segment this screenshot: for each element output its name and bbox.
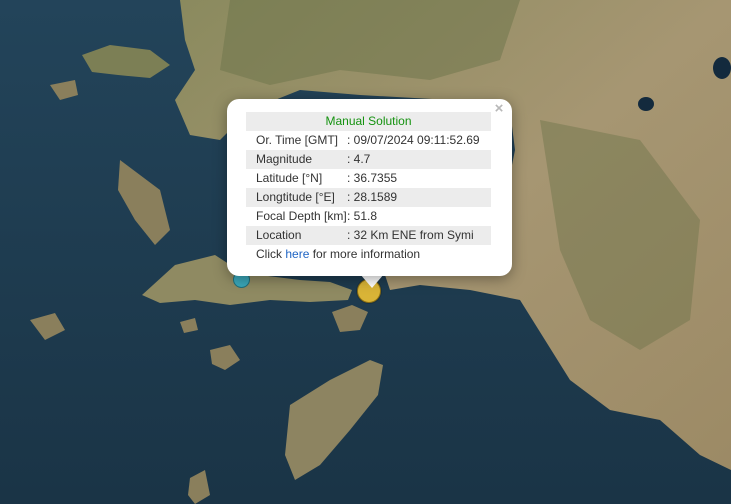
info-value: : 09/07/2024 09:11:52.69 <box>347 133 480 147</box>
lake <box>638 97 654 111</box>
close-icon[interactable]: × <box>492 101 506 117</box>
lake <box>713 57 731 79</box>
info-value: : 32 Km ENE from Symi <box>347 228 474 242</box>
info-row-magnitude: Magnitude : 4.7 <box>246 150 491 169</box>
earthquake-info-popup: × Manual Solution Or. Time [GMT] : 09/07… <box>227 99 512 276</box>
info-label: Magnitude <box>256 152 313 166</box>
info-label: Longtitude [°E] <box>256 190 335 204</box>
info-value: : 36.7355 <box>347 171 398 185</box>
popup-tip <box>360 274 384 288</box>
info-row-location: Location : 32 Km ENE from Symi <box>246 226 491 245</box>
popup-title: Manual Solution <box>246 112 491 131</box>
info-label: Focal Depth [km] <box>256 209 347 223</box>
footer-prefix: Click <box>256 247 286 261</box>
info-label: Or. Time [GMT] <box>256 133 339 147</box>
info-row-longitude: Longtitude [°E] : 28.1589 <box>246 188 491 207</box>
info-table: Or. Time [GMT] : 09/07/2024 09:11:52.69 … <box>246 131 491 245</box>
info-row-origin-time: Or. Time [GMT] : 09/07/2024 09:11:52.69 <box>246 131 491 150</box>
info-label: Latitude [°N] <box>256 171 323 185</box>
info-label: Location <box>256 228 302 242</box>
info-value: : 51.8 <box>347 209 378 223</box>
popup-footer: Click here for more information <box>256 245 420 264</box>
info-row-focal-depth: Focal Depth [km] : 51.8 <box>246 207 491 226</box>
info-value: : 4.7 <box>347 152 371 166</box>
more-info-link[interactable]: here <box>285 247 309 261</box>
footer-suffix: for more information <box>309 247 421 261</box>
info-row-latitude: Latitude [°N] : 36.7355 <box>246 169 491 188</box>
info-value: : 28.1589 <box>347 190 398 204</box>
